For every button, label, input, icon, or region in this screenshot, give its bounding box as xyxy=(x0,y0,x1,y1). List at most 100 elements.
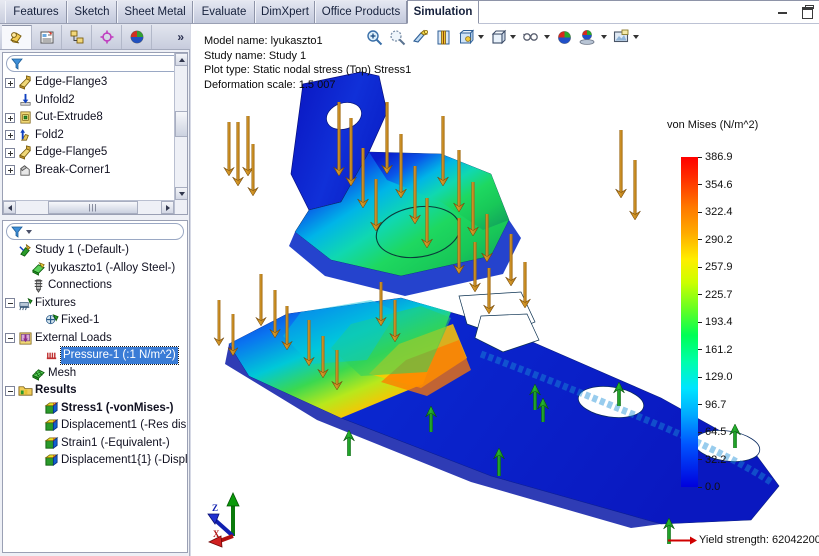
tree-item-external-loads[interactable]: External Loads xyxy=(5,330,187,348)
fold-icon xyxy=(20,128,29,141)
tree-item-label: Fixed-1 xyxy=(61,314,100,327)
feature-tree-hscrollbar[interactable]: ||| xyxy=(3,200,174,214)
triad-x-label: X xyxy=(213,529,220,539)
pressure-arrow xyxy=(213,300,225,347)
legend-tick: 257.9 xyxy=(698,261,733,273)
graphics-area[interactable]: Model name: lyukaszto1 Study name: Study… xyxy=(191,24,819,556)
configuration-manager-tab[interactable] xyxy=(62,24,92,49)
tick-mark xyxy=(698,239,702,240)
tick-mark xyxy=(698,349,702,350)
tree-expander-placeholder xyxy=(31,421,41,431)
window-controls xyxy=(777,4,814,19)
tree-expander[interactable] xyxy=(5,333,15,344)
mesh-icon xyxy=(32,368,45,381)
tree-item-label: Cut-Extrude8 xyxy=(35,111,103,124)
tab-features[interactable]: Features xyxy=(5,1,67,23)
restore-icon[interactable] xyxy=(800,4,814,19)
tree-item-pressure-1-1-n-m-2[interactable]: Pressure-1 (:1 N/m^2) xyxy=(31,346,187,366)
study-tree-items: Study 1 (-Default-) lyukaszto1 (-Alloy St… xyxy=(3,241,187,470)
tree-item-study-1-default[interactable]: Study 1 (-Default-) xyxy=(5,242,187,260)
legend-tick-label: 32.2 xyxy=(705,453,727,466)
legend-tick-label: 290.2 xyxy=(705,233,733,246)
scroll-up-button[interactable] xyxy=(175,53,187,66)
scroll-right-button[interactable] xyxy=(161,201,174,214)
display-manager-icon xyxy=(130,30,143,43)
tree-item-displacement1-res-disp[interactable]: u Displacement1 (-Res disp xyxy=(31,417,187,435)
feature-tree-items: Edge-Flange3 Unfold2 Cut-Extrude8 Fold2 Edge… xyxy=(3,73,187,179)
dimxpert-manager-tab[interactable] xyxy=(92,24,122,49)
tree-expander[interactable] xyxy=(5,112,15,123)
hscroll-thumb[interactable]: ||| xyxy=(48,201,138,214)
tree-item-label: Fixtures xyxy=(35,296,76,309)
tree-expander[interactable] xyxy=(5,147,15,158)
tree-item-cut-extrude8[interactable]: Cut-Extrude8 xyxy=(5,109,187,127)
tab-sheet-metal[interactable]: Sheet Metal xyxy=(117,1,193,23)
legend-tick-label: 386.9 xyxy=(705,151,733,163)
tick-mark xyxy=(698,376,702,378)
legend-tick: 225.7 xyxy=(698,289,733,301)
tree-item-fixtures[interactable]: Fixtures xyxy=(5,295,187,313)
tree-expander-placeholder xyxy=(31,438,41,448)
property-manager-tab[interactable] xyxy=(32,24,62,49)
tree-expander[interactable] xyxy=(5,165,15,176)
tree-item-unfold2[interactable]: Unfold2 xyxy=(5,92,187,110)
legend-tick: 32.2 xyxy=(698,454,726,466)
hscroll-track[interactable]: ||| xyxy=(16,201,161,214)
tick-mark xyxy=(698,156,702,158)
legend-tick-label: 129.0 xyxy=(705,371,733,383)
tree-expander[interactable] xyxy=(5,298,15,309)
tree-item-strain1-equivalent[interactable]: ε Strain1 (-Equivalent-) xyxy=(31,435,187,453)
feature-manager-tab[interactable] xyxy=(2,24,32,49)
external-loads-icon xyxy=(19,332,32,345)
tree-item-connections[interactable]: Connections xyxy=(18,277,187,295)
legend-tick-label: 257.9 xyxy=(705,261,733,273)
strain-plot-icon: ε xyxy=(44,436,59,449)
tree-item-label: Study 1 (-Default-) xyxy=(35,244,129,257)
tick-mark xyxy=(698,431,702,433)
tree-expander[interactable] xyxy=(5,385,15,396)
connections-icon xyxy=(34,279,43,294)
tree-item-fold2[interactable]: Fold2 xyxy=(5,127,187,145)
display-manager-tab[interactable] xyxy=(122,24,152,49)
tick-mark xyxy=(698,266,702,268)
pressure-arrow xyxy=(232,122,244,187)
tab-simulation[interactable]: Simulation xyxy=(407,0,479,24)
command-manager-tab-bar: Features Sketch Sheet Metal Evaluate DimXper… xyxy=(0,0,819,24)
pressure-arrow xyxy=(227,314,239,357)
tab-office-products[interactable]: Office Products xyxy=(315,1,407,23)
study-tree-filter[interactable] xyxy=(6,223,184,240)
tree-item-break-corner1[interactable]: Break-Corner1 xyxy=(5,162,187,180)
tree-item-displacement1-1-displ[interactable]: u Displacement1{1} (-Displ xyxy=(31,452,187,470)
tick-mark xyxy=(698,294,702,295)
tree-item-edge-flange3[interactable]: Edge-Flange3 xyxy=(5,74,187,92)
tree-item-fixed-1[interactable]: Fixed-1 xyxy=(31,312,187,330)
tree-item-stress1-vonmises[interactable]: σ Stress1 (-vonMises-) xyxy=(31,400,187,418)
tree-item-results[interactable]: Results xyxy=(5,382,187,400)
triad-z-label: Z xyxy=(212,503,218,513)
tree-expander[interactable] xyxy=(5,130,15,141)
vscroll-thumb[interactable] xyxy=(175,111,187,137)
tree-item-label: Displacement1 (-Res disp xyxy=(61,419,188,432)
tree-item-edge-flange5[interactable]: Edge-Flange5 xyxy=(5,144,187,162)
tree-expander[interactable] xyxy=(5,77,15,88)
legend-tick: 0.0 xyxy=(698,481,720,493)
legend-tick-label: 193.4 xyxy=(705,316,733,328)
solidworks-window: Features Sketch Sheet Metal Evaluate DimXper… xyxy=(0,0,819,556)
scroll-left-button[interactable] xyxy=(3,201,16,214)
feature-tree-vscrollbar[interactable] xyxy=(174,53,187,214)
tab-dimxpert[interactable]: DimXpert xyxy=(255,1,315,23)
feature-tree-filter[interactable] xyxy=(6,55,184,72)
tree-expander-placeholder xyxy=(18,368,28,378)
legend-tick-label: 64.5 xyxy=(705,426,727,438)
legend-tick: 322.4 xyxy=(698,206,733,218)
scroll-down-button[interactable] xyxy=(175,187,187,200)
tab-sketch[interactable]: Sketch xyxy=(67,1,117,23)
legend-tick: 129.0 xyxy=(698,371,733,383)
minimize-icon[interactable] xyxy=(777,4,790,17)
tree-item-mesh[interactable]: Mesh xyxy=(18,365,187,383)
tab-evaluate[interactable]: Evaluate xyxy=(193,1,255,23)
manager-overflow-button[interactable]: » xyxy=(177,30,184,44)
tree-item-label: Pressure-1 (:1 N/m^2) xyxy=(60,346,179,366)
tree-item-lyukaszto1-alloy-steel[interactable]: lyukaszto1 (-Alloy Steel-) xyxy=(18,260,187,278)
chevron-down-icon[interactable] xyxy=(26,229,32,234)
